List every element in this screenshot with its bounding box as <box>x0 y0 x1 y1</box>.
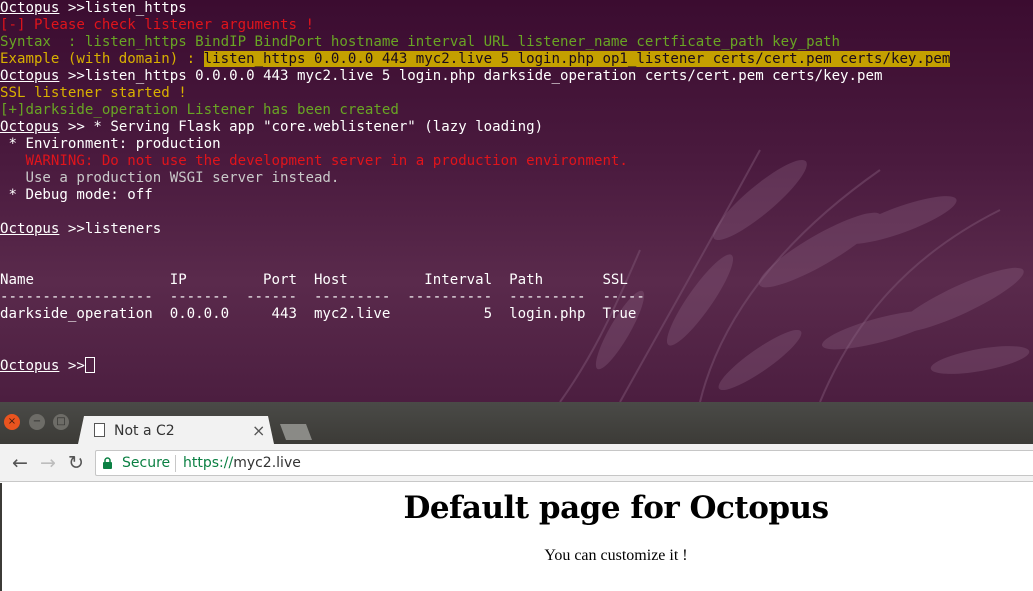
secure-label[interactable]: Secure <box>122 455 170 471</box>
example-line: Example (with domain) : listen_https 0.0… <box>0 51 951 68</box>
page-heading: Default page for Octopus <box>403 490 829 526</box>
omnibox-divider <box>175 455 176 472</box>
url-scheme: https:// <box>183 455 234 471</box>
terminal-window[interactable]: Octopus >>listen_https [-] Please check … <box>0 0 1033 402</box>
browser-toolbar: ← → ↻ Secure https://myc2.live <box>0 444 1033 482</box>
prompt: Octopus <box>0 119 60 135</box>
lock-icon <box>103 457 112 469</box>
tab-close-icon[interactable]: × <box>252 421 265 440</box>
command-text: listeners <box>84 221 162 237</box>
reload-icon[interactable]: ↻ <box>65 452 87 474</box>
url-host: myc2.live <box>233 455 301 471</box>
back-arrow-icon[interactable]: ← <box>9 452 31 474</box>
tab-strip: × − □ Not a C2 × <box>0 402 1033 444</box>
ssl-started-message: SSL listener started ! <box>0 85 187 101</box>
terminal-line-cmd1: Octopus >>listen_https <box>0 0 187 16</box>
new-tab-button[interactable] <box>280 424 312 440</box>
page-text: You can customize it ! <box>544 547 688 564</box>
page-viewport: Default page for Octopus You can customi… <box>0 483 1033 591</box>
terminal-line-flask: Octopus >> * Serving Flask app "core.web… <box>0 119 544 135</box>
prompt: Octopus <box>0 358 60 374</box>
terminal-line-input[interactable]: Octopus >> <box>0 357 95 374</box>
command-text: listen_https 0.0.0.0 443 myc2.live 5 log… <box>84 68 883 84</box>
syntax-help: Syntax : listen_https BindIP BindPort ho… <box>0 34 841 50</box>
prompt: Octopus <box>0 68 60 84</box>
flask-status: * Serving Flask app "core.weblistener" (… <box>84 119 544 135</box>
window-minimize-button[interactable]: − <box>29 414 45 430</box>
listeners-table-header: Name IP Port Host Interval Path SSL <box>0 272 628 288</box>
environment-line: * Environment: production <box>0 136 221 152</box>
terminal-line-cmd3: Octopus >>listeners <box>0 221 162 237</box>
listeners-table-row: darkside_operation 0.0.0.0 443 myc2.live… <box>0 306 637 322</box>
page-icon <box>94 423 105 437</box>
text-cursor[interactable] <box>84 357 95 373</box>
error-message: [-] Please check listener arguments ! <box>0 17 314 33</box>
tab-title[interactable]: Not a C2 <box>114 423 175 439</box>
window-close-button[interactable]: × <box>4 414 20 430</box>
command-text: listen_https <box>84 0 187 16</box>
prompt: Octopus <box>0 0 60 16</box>
listener-created-message: [+]darkside_operation Listener has been … <box>0 102 399 118</box>
wsgi-hint-line: Use a production WSGI server instead. <box>0 170 340 186</box>
example-label: Example (with domain) : <box>0 51 204 67</box>
browser-window: × − □ Not a C2 × ← → ↻ Secure https://my… <box>0 402 1033 591</box>
warning-line: WARNING: Do not use the development serv… <box>0 153 628 169</box>
debug-mode-line: * Debug mode: off <box>0 187 153 203</box>
address-bar[interactable]: Secure https://myc2.live <box>95 450 1033 476</box>
window-maximize-button[interactable]: □ <box>53 414 69 430</box>
forward-arrow-icon[interactable]: → <box>37 452 59 474</box>
example-command-highlight: listen_https 0.0.0.0 443 myc2.live 5 log… <box>203 51 951 67</box>
terminal-line-cmd2: Octopus >>listen_https 0.0.0.0 443 myc2.… <box>0 68 883 84</box>
tab-active[interactable] <box>78 416 274 444</box>
prompt: Octopus <box>0 221 60 237</box>
listeners-table-rule: ------------------ ------- ------ ------… <box>0 289 645 305</box>
url-text[interactable]: https://myc2.live <box>183 455 301 471</box>
